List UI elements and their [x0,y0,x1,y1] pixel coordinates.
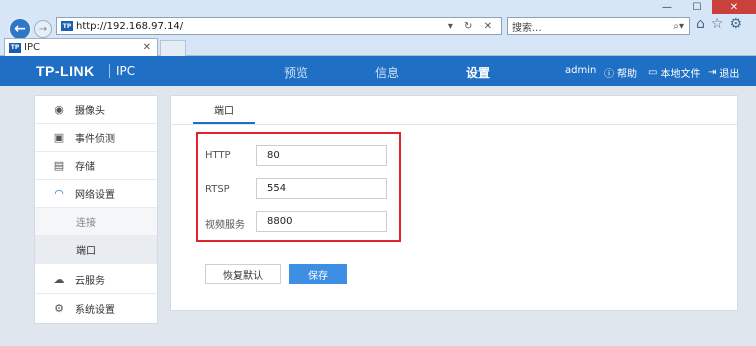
camera-icon: ◉ [54,103,64,116]
browser-chrome: — ☐ ✕ ← → TP http://192.168.97.14/ ▾ ↻ ✕… [0,0,756,56]
tab-port[interactable]: 端口 [193,96,255,124]
save-button[interactable]: 保存 [289,264,347,284]
sidebar-item-label: 存储 [75,162,95,173]
sidebar-item-storage[interactable]: ▤ 存储 [35,152,157,180]
browser-search[interactable]: 搜索... ⌕▾ [507,17,690,35]
video-service-port-input[interactable]: 8800 [256,211,387,232]
logout-icon: ⇥ [708,67,717,78]
folder-icon: ▭ [648,67,658,78]
address-actions-icon[interactable]: ▾ ↻ ✕ [448,21,501,32]
brand-logo: TP-LINK [36,63,95,79]
favorites-star-icon[interactable]: ☆ [711,16,724,32]
nav-settings[interactable]: 设置 [466,64,490,81]
brand-divider [109,64,110,78]
wifi-icon: ◠ [54,187,64,200]
product-name: IPC [116,64,136,78]
close-icon[interactable]: ✕ [712,0,756,14]
local-file-link[interactable]: ▭ 本地文件 [648,65,700,80]
event-detect-icon: ▣ [53,131,65,144]
rtsp-port-input[interactable]: 554 [256,178,387,199]
address-bar[interactable]: TP http://192.168.97.14/ ▾ ↻ ✕ [56,17,502,35]
restore-default-button[interactable]: 恢复默认 [205,264,281,284]
address-url[interactable]: http://192.168.97.14/ [76,21,448,32]
tab-favicon-icon: TP [9,42,21,53]
sidebar-item-label: 网络设置 [75,190,115,201]
tab-title: IPC [24,42,40,53]
sidebar-subitem-connection[interactable]: 连接 [35,208,157,236]
home-icon[interactable]: ⌂ [696,16,705,32]
new-tab-button[interactable] [160,40,186,56]
sidebar-item-camera[interactable]: ◉ 摄像头 [35,96,157,124]
window-controls: — ☐ ✕ [652,0,756,14]
tab-divider [171,124,737,125]
sidebar-subitem-port[interactable]: 端口 [35,236,157,264]
sidebar-item-label: 云服务 [75,276,105,287]
sidebar-item-system[interactable]: ⚙ 系统设置 [35,294,157,322]
tab-close-icon[interactable]: ✕ [143,42,157,53]
search-input[interactable]: 搜索... [508,19,673,34]
browser-tab[interactable]: TP IPC ✕ [4,38,158,56]
sidebar-item-event-detect[interactable]: ▣ 事件侦测 [35,124,157,152]
video-service-label: 视频服务 [205,220,245,231]
tplink-favicon-icon: TP [61,21,73,31]
maximize-icon[interactable]: ☐ [682,0,712,14]
port-settings-panel: 端口 HTTP 80 RTSP 554 视频服务 8800 恢复默认 保存 [170,95,738,311]
http-label: HTTP [205,150,231,161]
minimize-icon[interactable]: — [652,0,682,14]
logout-link[interactable]: ⇥ 退出 [708,65,739,80]
local-file-label: 本地文件 [660,69,701,80]
nav-info[interactable]: 信息 [375,64,399,81]
user-name[interactable]: admin [565,65,596,76]
help-label: 帮助 [617,69,637,80]
sidebar-item-cloud[interactable]: ☁ 云服务 [35,266,157,294]
sidebar-item-label: 系统设置 [75,304,115,316]
cloud-icon: ☁ [53,273,65,286]
sidebar: ◉ 摄像头 ▣ 事件侦测 ▤ 存储 ◠ 网络设置 连接 端口 ☁ 云服务 ⚙ 系… [34,95,158,324]
sidebar-item-network[interactable]: ◠ 网络设置 [35,180,157,208]
sidebar-item-label: 摄像头 [75,106,105,117]
search-icon[interactable]: ⌕▾ [673,21,689,32]
app-header: TP-LINK IPC 预览 信息 设置 admin ⓘ 帮助 ▭ 本地文件 ⇥ 退出 [0,56,756,86]
help-icon: ⓘ [604,69,614,80]
rtsp-label: RTSP [205,184,230,195]
user-label: admin [565,65,597,76]
storage-icon: ▤ [53,159,65,172]
http-port-input[interactable]: 80 [256,145,387,166]
gear-icon: ⚙ [54,301,64,315]
help-link[interactable]: ⓘ 帮助 [604,65,637,80]
browser-tools: ⌂ ☆ ⚙ [696,16,742,32]
nav-preview[interactable]: 预览 [284,64,308,81]
tools-gear-icon[interactable]: ⚙ [729,16,742,32]
forward-arrow-icon[interactable]: → [34,20,52,38]
logout-label: 退出 [719,69,740,80]
sidebar-item-label: 事件侦测 [75,134,115,145]
